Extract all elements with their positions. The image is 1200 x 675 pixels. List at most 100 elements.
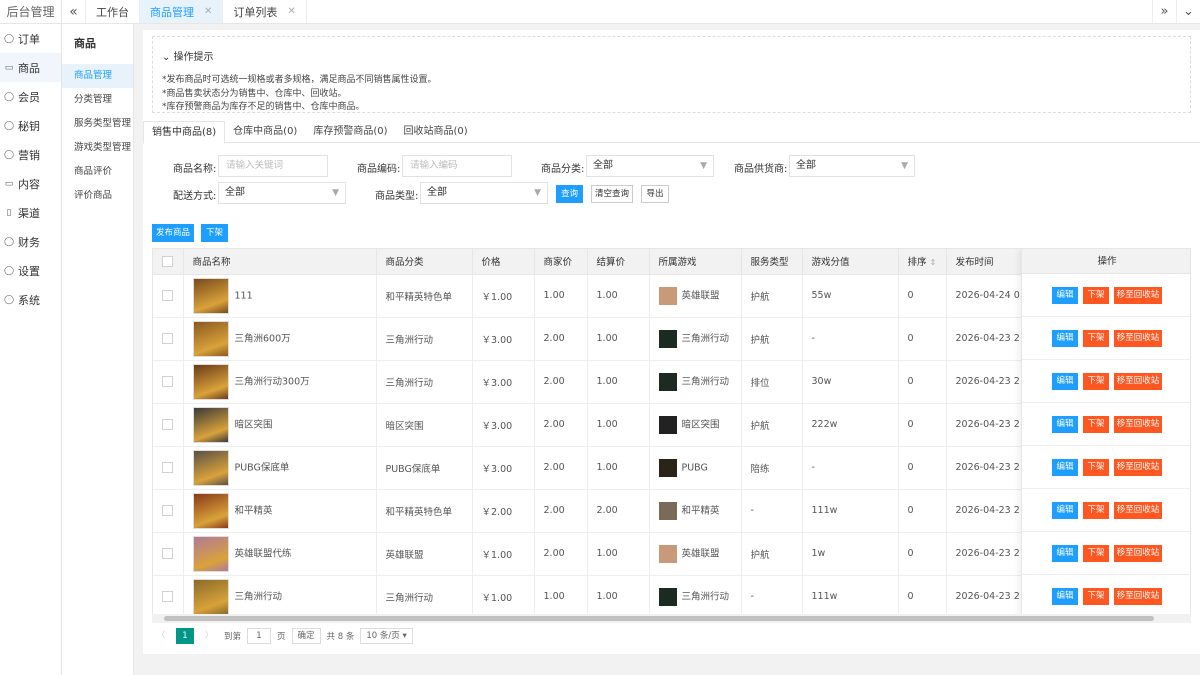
marketing-icon: ◯: [4, 149, 15, 160]
score-cell: -: [802, 317, 899, 361]
row-checkbox[interactable]: [162, 462, 173, 473]
tab-on-sale[interactable]: 销售中商品(8): [143, 121, 226, 144]
move-to-recycle-button[interactable]: 移至回收站: [1114, 458, 1162, 476]
page-size-select[interactable]: 10 条/页 ▾: [360, 628, 413, 644]
game-icon: [658, 501, 677, 520]
offline-row-button[interactable]: 下架: [1083, 458, 1109, 476]
tab-in-warehouse[interactable]: 仓库中商品(0): [225, 121, 305, 142]
offline-row-button[interactable]: 下架: [1083, 286, 1109, 304]
row-checkbox[interactable]: [162, 290, 173, 301]
goods-name-cell: 英雄联盟代练: [183, 532, 377, 576]
prev-page-button[interactable]: 〈: [152, 628, 170, 644]
edit-button[interactable]: 编辑: [1052, 415, 1078, 433]
move-to-recycle-button[interactable]: 移至回收站: [1114, 544, 1162, 562]
edit-button[interactable]: 编辑: [1052, 458, 1078, 476]
next-page-button[interactable]: 〉: [200, 628, 218, 644]
offline-row-button[interactable]: 下架: [1083, 415, 1109, 433]
offline-row-button[interactable]: 下架: [1083, 587, 1109, 605]
sidebar-item-label: 渠道: [18, 206, 40, 220]
sub-item-goods-manage[interactable]: 商品管理: [62, 64, 133, 88]
confirm-button[interactable]: 确定: [291, 628, 321, 644]
sort-label: 排序: [907, 257, 927, 269]
edit-button[interactable]: 编辑: [1052, 329, 1078, 347]
close-icon[interactable]: ✕: [287, 6, 295, 17]
row-checkbox[interactable]: [162, 376, 173, 387]
query-button[interactable]: 查询: [556, 185, 583, 203]
row-checkbox[interactable]: [162, 591, 173, 602]
name-input[interactable]: 请输入关键词: [218, 155, 328, 177]
fold-menu-icon[interactable]: «: [62, 0, 86, 23]
export-button[interactable]: 导出: [641, 185, 669, 203]
offline-row-button[interactable]: 下架: [1083, 544, 1109, 562]
sub-item-review-goods[interactable]: 评价商品: [62, 184, 133, 208]
offline-row-button[interactable]: 下架: [1083, 501, 1109, 519]
secondary-sidebar: 商品 商品管理 分类管理 服务类型管理 游戏类型管理 商品评价 评价商品: [62, 24, 134, 675]
scrollbar-thumb[interactable]: [164, 616, 1154, 621]
page-size-value: 10 条/页: [366, 631, 400, 641]
col-header-sort[interactable]: 排序 ⇕: [898, 249, 947, 275]
code-input[interactable]: 请输入编码: [402, 155, 512, 177]
move-to-recycle-button[interactable]: 移至回收站: [1114, 372, 1162, 390]
sidebar-item-member[interactable]: ◯ 会员: [0, 82, 61, 111]
offline-row-button[interactable]: 下架: [1083, 372, 1109, 390]
move-to-recycle-button[interactable]: 移至回收站: [1114, 329, 1162, 347]
sidebar-item-finance[interactable]: ◯ 财务: [0, 227, 61, 256]
horizontal-scrollbar[interactable]: [152, 614, 1191, 623]
move-to-recycle-button[interactable]: 移至回收站: [1114, 587, 1162, 605]
select-all-checkbox[interactable]: [162, 255, 173, 267]
sidebar-item-channel[interactable]: ▯ 渠道: [0, 198, 61, 227]
sidebar-item-marketing[interactable]: ◯ 营销: [0, 140, 61, 169]
tab-goods-manage[interactable]: 商品管理 ✕: [140, 0, 224, 23]
game-name: 英雄联盟: [681, 290, 720, 301]
chevron-down-icon[interactable]: ⌄: [1176, 0, 1200, 23]
row-checkbox[interactable]: [162, 333, 173, 344]
sub-item-service-type-manage[interactable]: 服务类型管理: [62, 112, 133, 136]
sort-cell: 0: [898, 489, 947, 533]
edit-button[interactable]: 编辑: [1052, 501, 1078, 519]
edit-button[interactable]: 编辑: [1052, 372, 1078, 390]
move-to-recycle-button[interactable]: 移至回收站: [1114, 286, 1162, 304]
offline-button[interactable]: 下架: [201, 224, 228, 242]
edit-button[interactable]: 编辑: [1052, 587, 1078, 605]
sidebar-item-content[interactable]: ▭ 内容: [0, 169, 61, 198]
publish-goods-button[interactable]: 发布商品: [152, 224, 194, 242]
sidebar-item-order[interactable]: ◯ 订单: [0, 24, 61, 53]
move-to-recycle-button[interactable]: 移至回收站: [1114, 501, 1162, 519]
sidebar-item-secret-key[interactable]: ◯ 秘钥: [0, 111, 61, 140]
tips-title[interactable]: ⌄ 操作提示: [162, 48, 214, 63]
sort-cell: 0: [898, 575, 947, 619]
tab-stock-warning[interactable]: 库存预警商品(0): [305, 121, 395, 142]
tab-recycle-bin[interactable]: 回收站商品(0): [396, 121, 476, 142]
tab-order-list[interactable]: 订单列表 ✕: [223, 0, 307, 23]
delivery-select[interactable]: 全部 ▼: [218, 182, 346, 204]
supplier-select[interactable]: 全部 ▼: [789, 155, 915, 177]
col-header-price: 价格: [472, 249, 535, 275]
tab-workbench[interactable]: 工作台: [86, 0, 140, 23]
sidebar-item-goods[interactable]: ▭ 商品: [0, 53, 61, 82]
sub-item-goods-review[interactable]: 商品评价: [62, 160, 133, 184]
move-to-recycle-button[interactable]: 移至回收站: [1114, 415, 1162, 433]
row-checkbox[interactable]: [162, 419, 173, 430]
sub-item-category-manage[interactable]: 分类管理: [62, 88, 133, 112]
edit-button[interactable]: 编辑: [1052, 286, 1078, 304]
type-select[interactable]: 全部 ▼: [420, 182, 548, 204]
select-value: 全部: [225, 187, 245, 198]
sort-icon[interactable]: ⇕: [930, 258, 937, 267]
sidebar-item-settings[interactable]: ◯ 设置: [0, 256, 61, 285]
page-input[interactable]: 1: [247, 628, 272, 644]
game-cell: 英雄联盟: [649, 532, 742, 576]
main-content: ⌄ 操作提示 *发布商品时可选统一规格或者多规格，满足商品不同销售属性设置。 *…: [143, 30, 1200, 654]
offline-row-button[interactable]: 下架: [1083, 329, 1109, 347]
sidebar-item-system[interactable]: ◯ 系统: [0, 285, 61, 314]
service-cell: 排位: [741, 360, 803, 404]
game-name: 三角洲行动: [681, 591, 730, 602]
clear-query-button[interactable]: 清空查询: [591, 185, 633, 203]
edit-button[interactable]: 编辑: [1052, 544, 1078, 562]
category-select[interactable]: 全部 ▼: [586, 155, 714, 177]
page-1-button[interactable]: 1: [176, 628, 194, 644]
row-checkbox[interactable]: [162, 548, 173, 559]
close-icon[interactable]: ✕: [204, 6, 212, 17]
sub-item-game-type-manage[interactable]: 游戏类型管理: [62, 136, 133, 160]
scroll-right-icon[interactable]: »: [1152, 0, 1176, 23]
row-checkbox[interactable]: [162, 505, 173, 516]
